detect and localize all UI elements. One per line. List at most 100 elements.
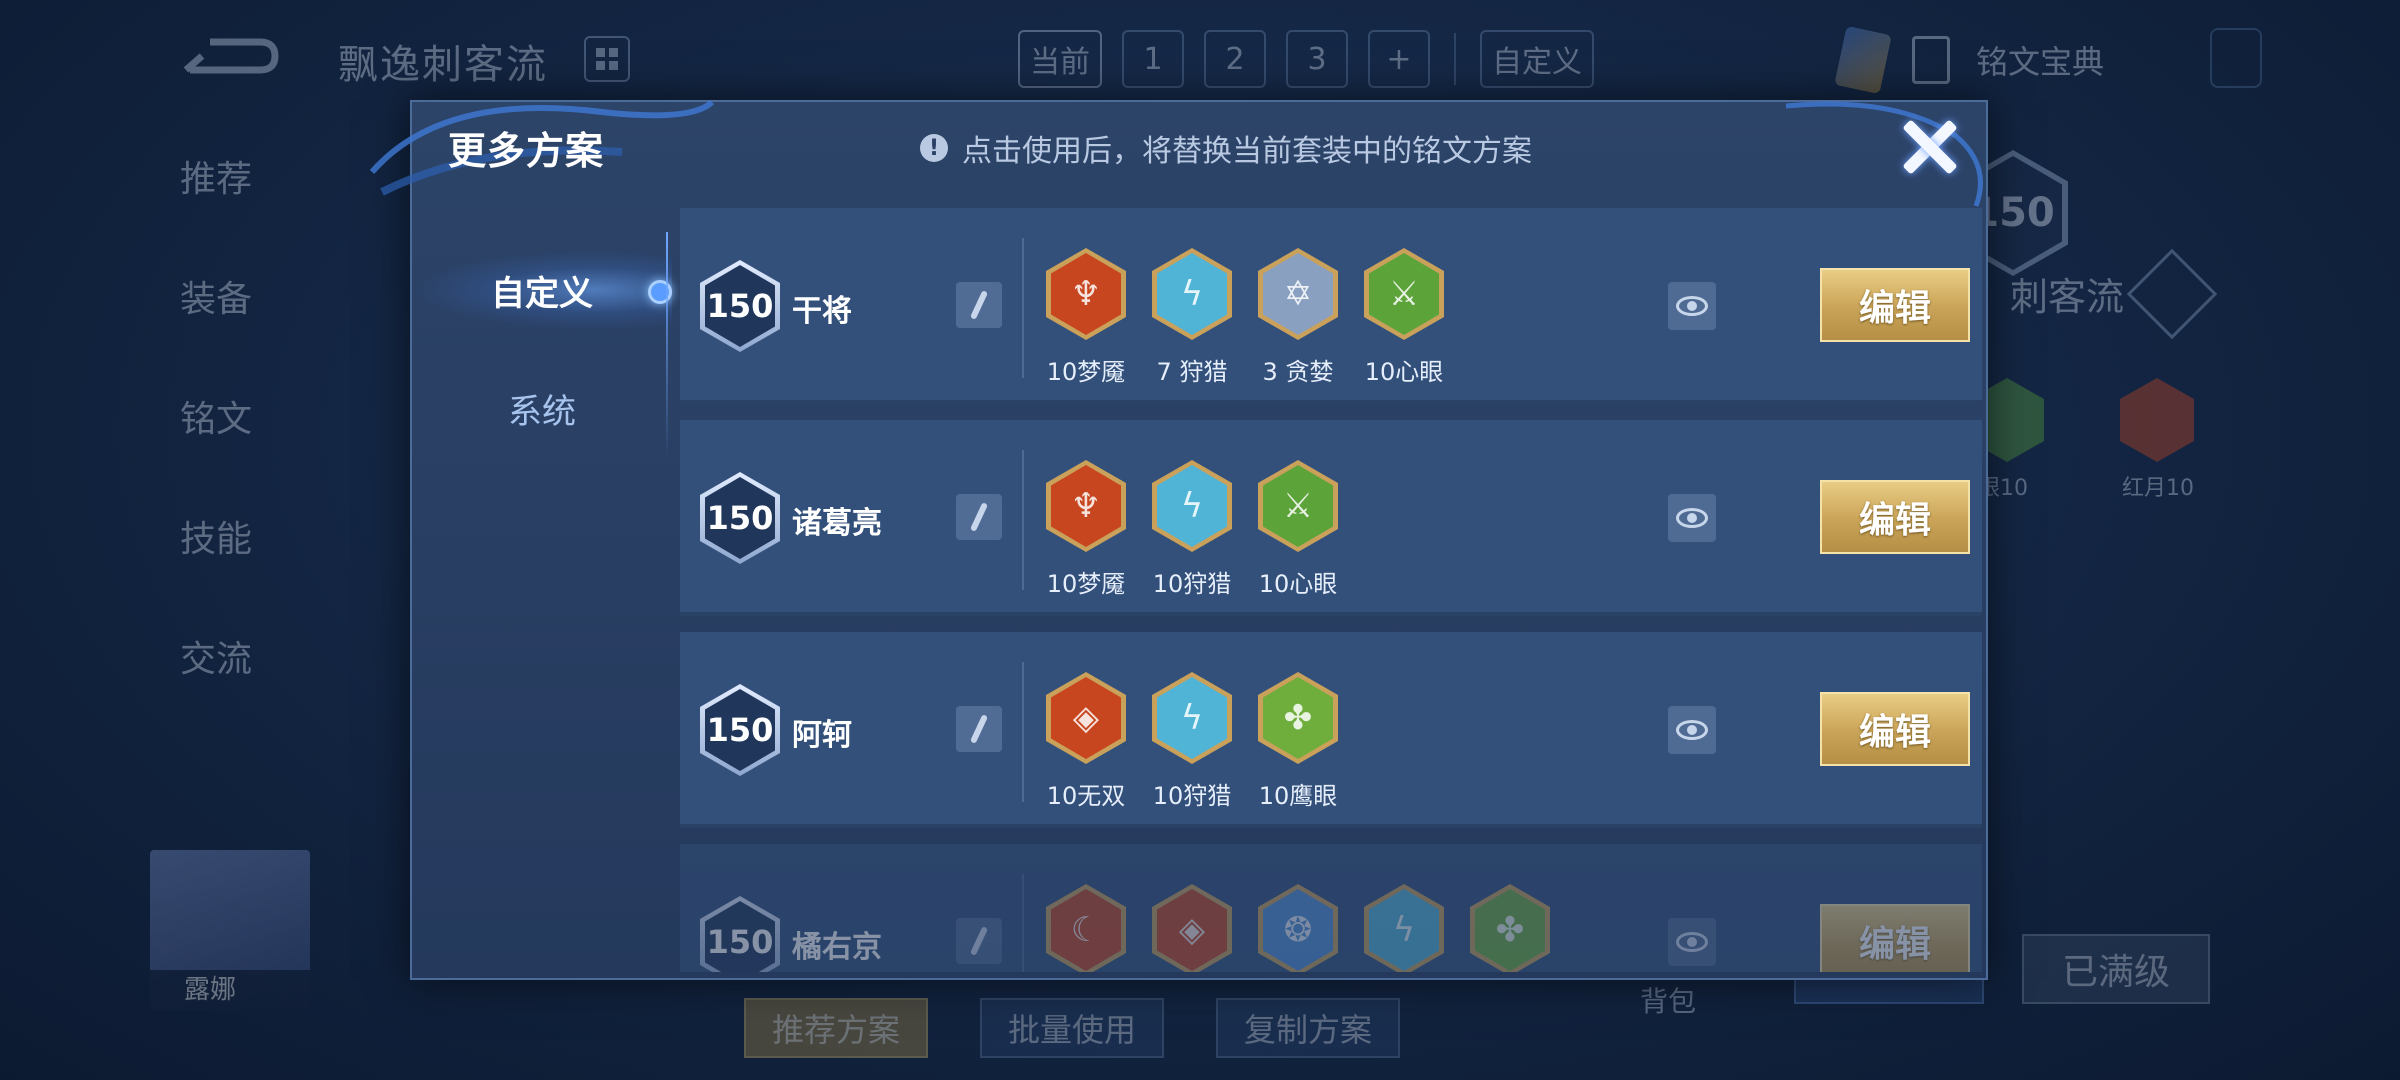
- row-divider: [1022, 662, 1024, 802]
- rune-label: 3 贪婪: [1262, 358, 1334, 386]
- rune-icon-mind-eye: ⚔: [1258, 460, 1338, 552]
- preview-eye-icon[interactable]: [1668, 494, 1716, 542]
- tab-current[interactable]: 当前: [1018, 30, 1102, 88]
- rune-icon-dream: ♆: [1046, 460, 1126, 552]
- hero-name: 诸葛亮: [792, 506, 882, 541]
- rune-label: 10无双: [1046, 782, 1126, 810]
- level-badge: 150: [700, 896, 780, 972]
- rune-icon-hunt: ϟ: [1152, 248, 1232, 340]
- rune-label: 10梦魇: [1046, 358, 1126, 386]
- edit-button[interactable]: 编辑: [1820, 268, 1970, 342]
- rune-icon-greed: ✡: [1258, 248, 1338, 340]
- back-icon[interactable]: [180, 30, 280, 82]
- rename-pencil-icon[interactable]: [956, 706, 1002, 752]
- card-icon[interactable]: [1834, 25, 1892, 95]
- bottom-actions: 推荐方案 批量使用 复制方案: [744, 998, 1400, 1058]
- tome-icon[interactable]: [1912, 36, 1950, 84]
- preview-eye-icon[interactable]: [1668, 282, 1716, 330]
- level-badge: 150: [700, 472, 780, 564]
- close-icon[interactable]: [1898, 116, 1960, 178]
- rune-label: 7 狩猎: [1156, 358, 1228, 386]
- plan-row: 150 橘右京 ☾ ◈ ❂ ϟ ✤ 编辑: [680, 844, 1982, 972]
- rune-label: 10心眼: [1364, 358, 1444, 386]
- modal-sidebar: 自定义 系统: [412, 212, 672, 982]
- copy-plan-button[interactable]: 复制方案: [1216, 998, 1400, 1058]
- level-badge: 150: [700, 684, 780, 776]
- tab-custom-plans[interactable]: 自定义: [412, 250, 672, 330]
- more-plans-modal: 更多方案 ! 点击使用后，将替换当前套装中的铭文方案 自定义 系统 150 干将…: [369, 99, 1988, 982]
- bag-label[interactable]: 背包: [1640, 980, 1696, 1020]
- rune-icon-dream: ♆: [1046, 248, 1126, 340]
- edit-button[interactable]: 编辑: [1820, 692, 1970, 766]
- maxed-button[interactable]: 已满级: [2022, 934, 2210, 1004]
- row-divider: [1022, 238, 1024, 378]
- plan-list[interactable]: 150 干将 ♆ 10梦魇 ϟ 7 狩猎 ✡ 3 贪婪 ⚔ 10心眼 编辑 15…: [680, 208, 1982, 972]
- rune-icon-mind-eye: ⚔: [1364, 248, 1444, 340]
- level-badge: 150: [700, 260, 780, 352]
- rune-label: 红月10: [2122, 476, 2194, 501]
- rune-label: 10狩猎: [1152, 782, 1232, 810]
- tab-add[interactable]: +: [1368, 30, 1430, 88]
- preview-eye-icon[interactable]: [1668, 918, 1716, 966]
- side-nav-equipment[interactable]: 装备: [180, 270, 252, 390]
- level-value: 150: [705, 689, 775, 771]
- side-nav-community[interactable]: 交流: [180, 630, 252, 750]
- info-icon: !: [920, 134, 948, 162]
- wifi-icon: [2210, 28, 2262, 88]
- rune-icon-red-moon: ☾: [1046, 884, 1126, 972]
- level-value: 150: [705, 477, 775, 559]
- recommend-plan-button[interactable]: 推荐方案: [744, 998, 928, 1058]
- hero-name: 露娜: [150, 970, 310, 1010]
- build-name: 刺客流: [2010, 275, 2125, 319]
- rune-label: 10心眼: [1258, 570, 1338, 598]
- tab-custom[interactable]: 自定义: [1480, 30, 1594, 88]
- rune-icon-hunt: ϟ: [1152, 672, 1232, 764]
- side-nav: 推荐 装备 铭文 技能 交流: [180, 150, 252, 750]
- row-divider: [1022, 874, 1024, 972]
- hero-portrait[interactable]: 露娜: [150, 850, 310, 1010]
- plan-row: 150 诸葛亮 ♆ 10梦魇 ϟ 10狩猎 ⚔ 10心眼 编辑: [680, 420, 1982, 616]
- preview-eye-icon[interactable]: [1668, 706, 1716, 754]
- rename-pencil-icon[interactable]: [956, 918, 1002, 964]
- plan-row: 150 阿轲 ◈ 10无双 ϟ 10狩猎 ✤ 10鹰眼 编辑: [680, 632, 1982, 828]
- hero-name: 干将: [792, 294, 852, 329]
- rename-pencil-icon[interactable]: [956, 282, 1002, 328]
- modal-notice: ! 点击使用后，将替换当前套装中的铭文方案: [920, 126, 1532, 170]
- tab-1[interactable]: 1: [1122, 30, 1184, 88]
- batch-use-button[interactable]: 批量使用: [980, 998, 1164, 1058]
- rune-label: 10鹰眼: [1258, 782, 1338, 810]
- hero-name: 阿轲: [792, 718, 852, 753]
- hero-name: 橘右京: [792, 930, 882, 965]
- swirl-decoration: [1785, 101, 1983, 207]
- rune-label: 10梦魇: [1046, 570, 1126, 598]
- side-nav-recommend[interactable]: 推荐: [180, 150, 252, 270]
- preset-tabs: 当前 1 2 3 + 自定义: [1018, 30, 1594, 88]
- menu-icon[interactable]: [2126, 248, 2218, 340]
- tab-divider: [1454, 33, 1456, 85]
- rune-icon-hunt: ϟ: [1364, 884, 1444, 972]
- tab-system-plans[interactable]: 系统: [412, 368, 672, 448]
- rune-icon-unmatched: ◈: [1046, 672, 1126, 764]
- plan-row: 150 干将 ♆ 10梦魇 ϟ 7 狩猎 ✡ 3 贪婪 ⚔ 10心眼 编辑: [680, 208, 1982, 404]
- top-right-tools: 铭文宝典: [1834, 25, 2104, 95]
- notice-text: 点击使用后，将替换当前套装中的铭文方案: [962, 134, 1532, 169]
- rune-tome-label[interactable]: 铭文宝典: [1976, 37, 2104, 83]
- side-nav-skills[interactable]: 技能: [180, 510, 252, 630]
- edit-button[interactable]: 编辑: [1820, 904, 1970, 972]
- rune-icon-blue: ❂: [1258, 884, 1338, 972]
- grid-icon[interactable]: [584, 36, 630, 82]
- rename-pencil-icon[interactable]: [956, 494, 1002, 540]
- rune-icon-hawk-eye: ✤: [1470, 884, 1550, 972]
- row-divider: [1022, 450, 1024, 590]
- tab-2[interactable]: 2: [1204, 30, 1266, 88]
- edit-button[interactable]: 编辑: [1820, 480, 1970, 554]
- level-value: 150: [705, 901, 775, 972]
- rune-icon-unmatched: ◈: [1152, 884, 1232, 972]
- side-nav-runes[interactable]: 铭文: [180, 390, 252, 510]
- rune-icon-hawk-eye: ✤: [1258, 672, 1338, 764]
- level-value: 150: [705, 265, 775, 347]
- tab-3[interactable]: 3: [1286, 30, 1348, 88]
- rune-label: 10狩猎: [1152, 570, 1232, 598]
- rune-icon-hunt: ϟ: [1152, 460, 1232, 552]
- modal-title: 更多方案: [448, 129, 605, 173]
